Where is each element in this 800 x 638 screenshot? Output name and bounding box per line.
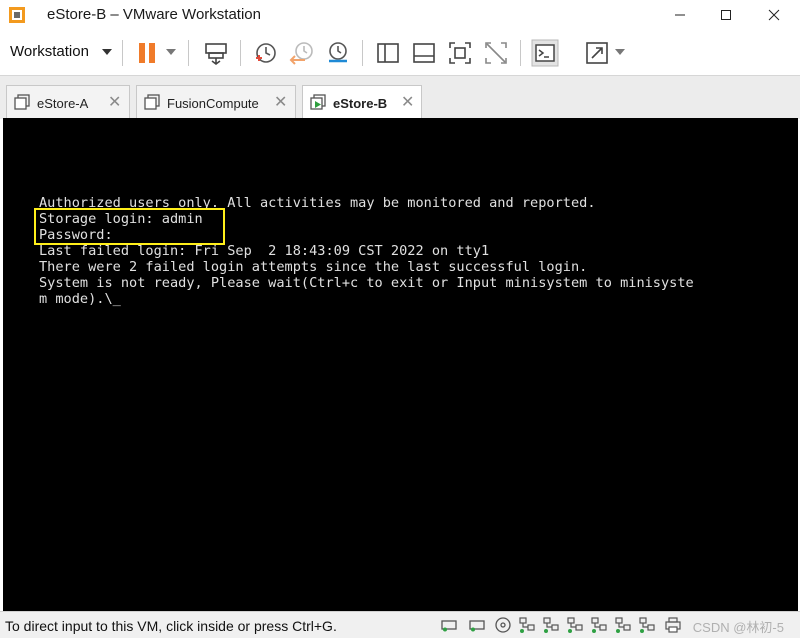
toolbar-separator [362,40,363,66]
toolbar-separator [188,40,189,66]
printer-icon[interactable] [664,616,682,634]
console-view-icon[interactable] [531,39,559,67]
minimize-icon [675,14,685,16]
vm-icon [14,94,30,110]
maximize-icon [721,10,731,20]
window-title: eStore-B – VMware Workstation [47,6,261,23]
workstation-menu[interactable]: Workstation [10,43,89,60]
workstation-menu-caret-icon[interactable] [102,49,112,55]
cd-dvd-icon[interactable] [494,616,512,634]
hard-disk-icon[interactable] [440,616,458,634]
title-bar: eStore-B – VMware Workstation [0,0,800,30]
toolbar-separator [520,40,521,66]
tab-close-icon[interactable]: ✕ [274,92,287,112]
console-line: There were 2 failed login attempts since… [39,259,588,275]
console-line: System is not ready, Please wait(Ctrl+c … [39,275,694,291]
network-adapter-icon[interactable] [638,616,656,634]
tab-fusioncompute[interactable]: FusionCompute ✕ [136,85,296,118]
network-adapter-icon[interactable] [614,616,632,634]
network-adapter-icon[interactable] [542,616,560,634]
network-adapter-icon[interactable] [566,616,584,634]
snapshot-manager-icon[interactable] [324,39,352,67]
tab-label: eStore-A [37,96,89,111]
network-adapter-icon[interactable] [518,616,536,634]
toolbar-separator [240,40,241,66]
tab-close-icon[interactable]: ✕ [108,92,121,112]
tab-estore-a[interactable]: eStore-A ✕ [6,85,130,118]
toolbar: Workstation [0,30,800,75]
csdn-watermark: CSDN @林初-5 [692,620,784,635]
login-highlight-box [34,208,225,245]
vm-icon [144,94,160,110]
toolbar-separator [122,40,123,66]
power-menu-caret-icon[interactable] [166,49,176,55]
status-hint: To direct input to this VM, click inside… [5,618,337,634]
running-vm-icon [310,94,326,110]
minimize-button[interactable] [658,0,702,30]
tab-label: FusionCompute [167,96,259,111]
show-library-icon[interactable] [374,39,402,67]
vm-console[interactable]: Authorized users only. All activities ma… [3,118,798,611]
vmware-logo-icon [9,7,25,23]
tab-bar: eStore-A ✕ FusionCompute ✕ eStore-B ✕ [0,75,800,119]
tab-estore-b[interactable]: eStore-B ✕ [302,85,422,119]
stretch-guest-icon[interactable] [583,39,611,67]
network-adapter-icon[interactable] [590,616,608,634]
show-thumbnail-bar-icon[interactable] [410,39,438,67]
send-ctrl-alt-del-icon[interactable] [202,39,230,67]
tab-label: eStore-B [333,96,388,111]
tab-close-icon[interactable]: ✕ [401,92,414,112]
stretch-menu-caret-icon[interactable] [615,49,625,55]
revert-snapshot-icon[interactable] [288,39,316,67]
status-bar: To direct input to this VM, click inside… [0,611,800,638]
unity-disabled-icon[interactable] [482,39,510,67]
maximize-button[interactable] [704,0,748,30]
close-icon [768,9,780,21]
close-button[interactable] [752,0,796,30]
full-screen-icon[interactable] [446,39,474,67]
hard-disk-icon[interactable] [468,616,486,634]
console-line: Last failed login: Fri Sep 2 18:43:09 CS… [39,243,490,259]
console-line: m mode).\_ [39,291,121,307]
take-snapshot-icon[interactable] [252,39,280,67]
pause-icon[interactable] [134,39,162,67]
